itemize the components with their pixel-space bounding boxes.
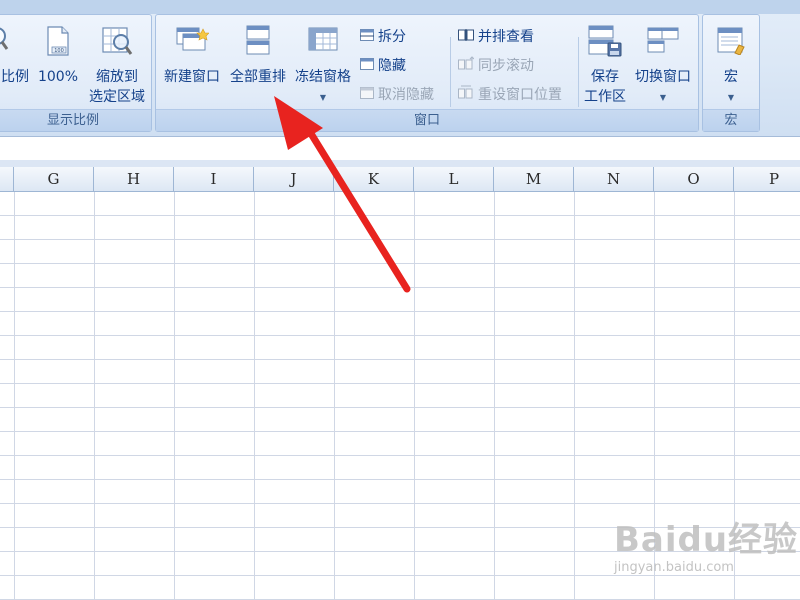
grid-row-line: [0, 215, 800, 216]
zoom-to-selection-label-line1: 缩放到: [96, 69, 138, 85]
zoom-100-button[interactable]: 100 100%: [35, 15, 81, 109]
baidu-watermark: Baidu经验 jingyan.baidu.com: [600, 512, 797, 592]
grid-row-line: [0, 407, 800, 408]
grid-row-line: [0, 359, 800, 360]
switch-windows-icon: [647, 25, 679, 57]
column-header-m[interactable]: M: [494, 167, 574, 192]
freeze-panes-label: 冻结窗格: [295, 69, 351, 85]
save-workspace-label-line2: 工作区: [584, 89, 626, 105]
grid-row-line: [0, 503, 800, 504]
column-header-n[interactable]: N: [574, 167, 654, 192]
grid-column-line: [94, 192, 95, 600]
column-header-o[interactable]: O: [654, 167, 734, 192]
grid-row-line: [0, 311, 800, 312]
magnifier-icon: [0, 25, 13, 59]
hide-button[interactable]: 隐藏: [360, 55, 406, 77]
sheet-area-separator: [0, 160, 800, 167]
zoom-button[interactable]: 比例: [0, 15, 35, 109]
watermark-url: jingyan.baidu.com: [614, 560, 734, 575]
column-header-h[interactable]: H: [94, 167, 174, 192]
column-header-j[interactable]: J: [254, 167, 334, 192]
window-group: 新建窗口 全部重排 冻结窗格 ▼ 拆分 隐藏 取消隐藏 并排查看 同步滚动 重设…: [155, 14, 699, 132]
grid-column-line: [14, 192, 15, 600]
column-header-p[interactable]: P: [734, 167, 800, 192]
sync-scroll-icon: [458, 55, 475, 77]
grid-column-line: [254, 192, 255, 600]
zoom-100-label: 100%: [37, 69, 79, 85]
macro-icon: [716, 25, 746, 59]
reset-window-position-button[interactable]: 重设窗口位置: [458, 84, 562, 106]
window-group-separator-1: [450, 37, 451, 107]
column-header-k[interactable]: K: [334, 167, 414, 192]
macro-group: 宏 ▼ 宏: [702, 14, 760, 132]
zoom-group: 比例 100 100% 缩放到 选定区域 显示比例: [0, 14, 152, 132]
page-100-icon: 100: [45, 25, 71, 61]
split-label: 拆分: [378, 29, 406, 45]
grid-column-line: [334, 192, 335, 600]
switch-windows-button[interactable]: 切换窗口 ▼: [630, 15, 696, 109]
macros-button[interactable]: 宏 ▼: [703, 15, 759, 109]
grid-row-line: [0, 263, 800, 264]
freeze-panes-button[interactable]: 冻结窗格 ▼: [290, 15, 356, 109]
chevron-down-icon: ▼: [319, 93, 327, 102]
sync-scroll-label: 同步滚动: [478, 58, 534, 74]
view-side-by-side-label: 并排查看: [478, 29, 534, 45]
switch-windows-label: 切换窗口: [635, 69, 691, 85]
column-header-l[interactable]: L: [414, 167, 494, 192]
ribbon: 比例 100 100% 缩放到 选定区域 显示比例 新建窗口 全部重排 冻结窗格…: [0, 0, 800, 136]
macros-label: 宏: [724, 69, 738, 85]
column-header-partial[interactable]: [0, 167, 14, 192]
grid-column-line: [494, 192, 495, 600]
chevron-down-icon: ▼: [727, 93, 735, 102]
grid-row-line: [0, 287, 800, 288]
window-group-separator-2: [578, 37, 579, 107]
arrange-all-button[interactable]: 全部重排: [226, 15, 290, 109]
grid-column-line: [574, 192, 575, 600]
arrange-all-label: 全部重排: [230, 69, 286, 85]
grid-row-line: [0, 335, 800, 336]
reset-window-position-label: 重设窗口位置: [478, 87, 562, 103]
hide-icon: [360, 55, 374, 77]
zoom-selection-icon: [101, 25, 133, 61]
side-by-side-icon: [458, 26, 474, 48]
svg-text:100: 100: [54, 48, 64, 54]
watermark-logo: Baidu经验: [614, 520, 799, 560]
unhide-label: 取消隐藏: [378, 87, 434, 103]
new-window-button[interactable]: 新建窗口: [158, 15, 226, 109]
chevron-down-icon: ▼: [659, 93, 667, 102]
zoom-group-title: 显示比例: [0, 109, 151, 131]
split-icon: [360, 26, 374, 48]
zoom-to-selection-label-line2: 选定区域: [89, 89, 145, 105]
column-header-g[interactable]: G: [14, 167, 94, 192]
hide-label: 隐藏: [378, 58, 406, 74]
view-side-by-side-button[interactable]: 并排查看: [458, 26, 534, 48]
grid-row-line: [0, 431, 800, 432]
column-header-i[interactable]: I: [174, 167, 254, 192]
save-workspace-label-line1: 保存: [591, 69, 619, 85]
save-workspace-button[interactable]: 保存 工作区: [580, 15, 630, 109]
window-group-title: 窗口: [156, 109, 698, 131]
grid-row-line: [0, 239, 800, 240]
sync-scroll-button[interactable]: 同步滚动: [458, 55, 534, 77]
arrange-all-icon: [246, 25, 270, 59]
reset-position-icon: [458, 84, 474, 106]
grid-row-line: [0, 455, 800, 456]
grid-column-line: [414, 192, 415, 600]
split-button[interactable]: 拆分: [360, 26, 406, 48]
macro-group-title: 宏: [703, 109, 759, 131]
grid-row-line: [0, 383, 800, 384]
new-window-label: 新建窗口: [164, 69, 220, 85]
freeze-panes-icon: [308, 25, 338, 57]
unhide-icon: [360, 84, 374, 106]
grid-row-line: [0, 479, 800, 480]
column-header-row: G H I J K L M N O P: [0, 167, 800, 192]
zoom-label: 比例: [1, 69, 29, 85]
unhide-button[interactable]: 取消隐藏: [360, 84, 434, 106]
grid-column-line: [174, 192, 175, 600]
save-workspace-icon: [588, 25, 622, 61]
zoom-to-selection-button[interactable]: 缩放到 选定区域: [83, 15, 151, 109]
new-window-icon: [175, 25, 210, 57]
